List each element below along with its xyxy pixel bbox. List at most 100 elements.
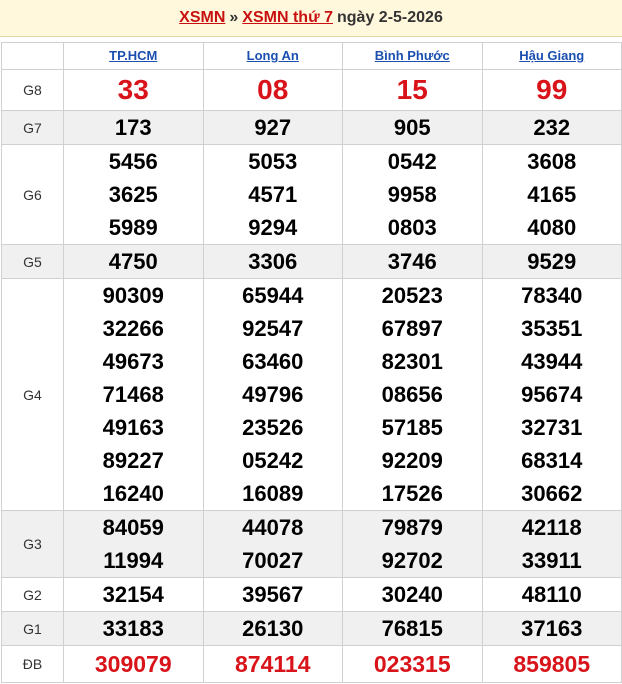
prize-header-cell — [1, 42, 64, 70]
winning-number: 26130 — [242, 616, 304, 641]
winning-number: 4165 — [527, 182, 577, 207]
province-link-binh-phuoc[interactable]: Bình Phước — [375, 48, 450, 63]
winning-number: 89227 — [102, 448, 164, 473]
winning-number: 76815 — [381, 616, 443, 641]
prize-label: G2 — [1, 577, 64, 612]
winning-number: 3608 — [527, 149, 577, 174]
winning-number: 0803 — [387, 215, 437, 240]
lottery-results-table: TP.HCM Long An Bình Phước Hậu Giang G8 33… — [1, 42, 622, 683]
result-cell: 173 — [63, 110, 204, 145]
winning-number: 99 — [536, 74, 568, 105]
prize-label: G4 — [1, 278, 64, 511]
result-cell: 4750 — [63, 244, 204, 279]
result-cell: 65944 92547 63460 49796 23526 05242 16089 — [202, 278, 343, 511]
prize-label: ĐB — [1, 645, 64, 683]
winning-number: 20523 — [381, 283, 443, 308]
winning-number: 65944 — [242, 283, 304, 308]
result-cell: 859805 — [481, 645, 622, 683]
prize-label: G3 — [1, 510, 64, 578]
prize-label: G5 — [1, 244, 64, 279]
winning-number: 49163 — [102, 415, 164, 440]
breadcrumb-separator: » — [229, 9, 239, 26]
winning-number: 4571 — [248, 182, 298, 207]
prize-row-g5: G5 4750 3306 3746 9529 — [1, 244, 622, 279]
result-cell: 9529 — [481, 244, 622, 279]
result-cell: 79879 92702 — [342, 510, 483, 578]
result-cell: 30240 — [342, 577, 483, 612]
winning-number: 32731 — [521, 415, 583, 440]
xsmn-thu7-link[interactable]: XSMN thứ 7 — [242, 9, 333, 27]
result-cell: 309079 — [63, 645, 204, 683]
winning-number: 79879 — [381, 515, 443, 540]
result-cell: 3306 — [202, 244, 343, 279]
winning-number: 3306 — [248, 249, 298, 274]
winning-number: 9529 — [527, 249, 577, 274]
result-cell: 39567 — [202, 577, 343, 612]
winning-number: 70027 — [242, 548, 304, 573]
result-cell: 0542 9958 0803 — [342, 144, 483, 245]
winning-number: 4080 — [527, 215, 577, 240]
result-cell: 232 — [481, 110, 622, 145]
winning-number: 32266 — [102, 316, 164, 341]
result-cell: 48110 — [481, 577, 622, 612]
winning-number: 43944 — [521, 349, 583, 374]
winning-number: 92209 — [381, 448, 443, 473]
winning-number: 309079 — [94, 651, 172, 677]
result-cell: 874114 — [202, 645, 343, 683]
result-cell: 08 — [202, 69, 343, 111]
prize-row-db: ĐB 309079 874114 023315 859805 — [1, 645, 622, 683]
winning-number: 44078 — [242, 515, 304, 540]
winning-number: 173 — [114, 115, 152, 140]
result-cell: 37163 — [481, 611, 622, 646]
winning-number: 92702 — [381, 548, 443, 573]
result-cell: 99 — [481, 69, 622, 111]
winning-number: 33911 — [521, 548, 582, 573]
xsmn-link[interactable]: XSMN — [179, 9, 225, 27]
result-cell: 023315 — [342, 645, 483, 683]
prize-label: G8 — [1, 69, 64, 111]
prize-row-g4: G4 90309 32266 49673 71468 49163 89227 16240 659… — [1, 278, 622, 511]
winning-number: 68314 — [521, 448, 583, 473]
province-link-hau-giang[interactable]: Hậu Giang — [519, 48, 584, 63]
winning-number: 57185 — [381, 415, 443, 440]
winning-number: 232 — [533, 115, 571, 140]
winning-number: 67897 — [381, 316, 443, 341]
winning-number: 927 — [254, 115, 292, 140]
winning-number: 17526 — [381, 481, 443, 506]
province-header: Long An — [202, 42, 343, 70]
result-cell: 15 — [342, 69, 483, 111]
result-cell: 32154 — [63, 577, 204, 612]
winning-number: 39567 — [242, 582, 304, 607]
result-cell: 3746 — [342, 244, 483, 279]
winning-number: 92547 — [242, 316, 304, 341]
winning-number: 49796 — [242, 382, 304, 407]
result-cell: 33183 — [63, 611, 204, 646]
winning-number: 33 — [117, 74, 149, 105]
winning-number: 35351 — [521, 316, 583, 341]
winning-number: 49673 — [102, 349, 164, 374]
result-cell: 20523 67897 82301 08656 57185 92209 17526 — [342, 278, 483, 511]
winning-number: 16240 — [102, 481, 164, 506]
winning-number: 15 — [396, 74, 428, 105]
result-cell: 5053 4571 9294 — [202, 144, 343, 245]
winning-number: 30240 — [381, 582, 443, 607]
prize-label: G1 — [1, 611, 64, 646]
prize-row-g3: G3 84059 11994 44078 70027 79879 92702 42118 339… — [1, 510, 622, 578]
prize-row-g2: G2 32154 39567 30240 48110 — [1, 577, 622, 612]
winning-number: 874114 — [235, 651, 311, 677]
winning-number: 5053 — [248, 149, 298, 174]
results-title-bar: XSMN » XSMN thứ 7 ngày 2-5-2026 — [0, 0, 622, 37]
result-cell: 76815 — [342, 611, 483, 646]
winning-number: 16089 — [242, 481, 304, 506]
winning-number: 95674 — [521, 382, 583, 407]
result-cell: 78340 35351 43944 95674 32731 68314 30662 — [481, 278, 622, 511]
winning-number: 3625 — [108, 182, 158, 207]
province-link-tphcm[interactable]: TP.HCM — [109, 48, 157, 63]
winning-number: 0542 — [387, 149, 437, 174]
result-cell: 90309 32266 49673 71468 49163 89227 16240 — [63, 278, 204, 511]
winning-number: 11994 — [103, 548, 164, 573]
prize-row-g1: G1 33183 26130 76815 37163 — [1, 611, 622, 646]
winning-number: 905 — [393, 115, 431, 140]
province-link-long-an[interactable]: Long An — [247, 48, 299, 63]
winning-number: 3746 — [387, 249, 437, 274]
